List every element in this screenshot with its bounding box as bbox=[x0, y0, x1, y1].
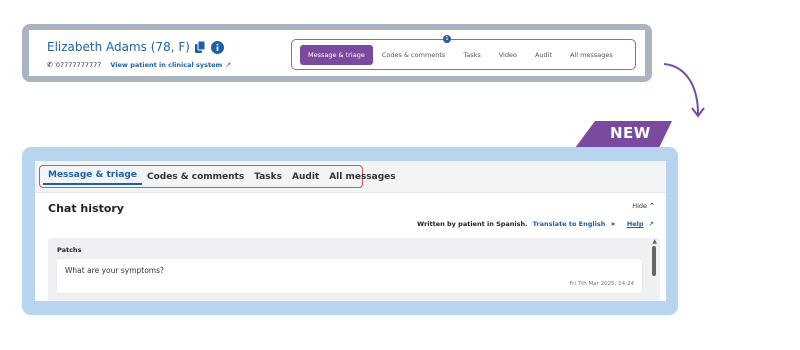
chat-area: Patchs What are your symptoms? Fri 7th M… bbox=[48, 238, 660, 301]
new-panel: Message & triage Codes & comments Tasks … bbox=[35, 161, 666, 301]
old-tab-audit[interactable]: Audit bbox=[526, 45, 561, 65]
tab-audit[interactable]: Audit bbox=[287, 168, 324, 186]
tab-message-triage[interactable]: Message & triage bbox=[43, 168, 142, 185]
external-link-icon: ↗ bbox=[225, 61, 232, 69]
tab-tasks[interactable]: Tasks bbox=[249, 168, 287, 186]
notification-badge: 1 bbox=[443, 35, 451, 43]
old-tab-tasks[interactable]: Tasks bbox=[454, 45, 489, 65]
chevron-up-icon: ⌃ bbox=[649, 202, 655, 210]
patient-name-row: Elizabeth Adams (78, F) bbox=[47, 40, 224, 54]
new-panel-frame: Message & triage Codes & comments Tasks … bbox=[22, 147, 678, 315]
old-header-frame: Elizabeth Adams (78, F) ✆ 07777777777 Vi… bbox=[22, 24, 652, 82]
old-tab-codes-comments[interactable]: Codes & comments bbox=[373, 45, 455, 65]
translation-row: Written by patient in Spanish. Translate… bbox=[417, 220, 654, 228]
translate-link[interactable]: Translate to English bbox=[533, 220, 606, 228]
old-tab-video[interactable]: Video bbox=[490, 45, 526, 65]
tab-all-messages[interactable]: All messages bbox=[324, 168, 400, 186]
patient-phone: 07777777777 bbox=[55, 61, 102, 69]
message-timestamp: Fri 7th Mar 2025, 14:24 bbox=[569, 281, 634, 287]
external-link-icon: ↗ bbox=[648, 220, 654, 228]
old-tab-message-triage[interactable]: Message & triage bbox=[300, 44, 373, 65]
chat-message: What are your symptoms? Fri 7th Mar 2025… bbox=[57, 259, 642, 293]
old-tab-all-messages[interactable]: All messages bbox=[561, 45, 622, 65]
scroll-up-icon[interactable]: ▲ bbox=[652, 238, 657, 245]
view-patient-link[interactable]: View patient in clinical system bbox=[110, 61, 222, 69]
patient-name: Elizabeth Adams (78, F) bbox=[47, 40, 190, 54]
send-icon: ➤ bbox=[610, 220, 616, 228]
hide-button-label: Hide bbox=[632, 202, 648, 210]
scrollbar[interactable] bbox=[652, 246, 656, 276]
info-icon[interactable] bbox=[210, 40, 224, 54]
tab-codes-comments[interactable]: Codes & comments bbox=[142, 168, 249, 186]
new-tab-bar-highlight: Message & triage Codes & comments Tasks … bbox=[39, 165, 396, 188]
patient-contact-row: ✆ 07777777777 View patient in clinical s… bbox=[47, 61, 231, 69]
new-badge-label: NEW bbox=[610, 124, 651, 142]
copy-icon[interactable] bbox=[194, 41, 206, 53]
hide-button[interactable]: Hide ⌃ bbox=[632, 202, 655, 210]
chat-history-title: Chat history bbox=[48, 202, 124, 215]
message-text: What are your symptoms? bbox=[65, 266, 164, 275]
help-link[interactable]: Help bbox=[627, 220, 644, 228]
written-by-label: Written by patient in Spanish. bbox=[417, 220, 528, 228]
curved-arrow-icon bbox=[663, 63, 705, 118]
old-tab-bar: 1 Message & triage Codes & comments Task… bbox=[291, 35, 636, 70]
new-tab-bar: Message & triage Codes & comments Tasks … bbox=[35, 161, 666, 193]
old-patient-header: Elizabeth Adams (78, F) ✆ 07777777777 Vi… bbox=[29, 30, 645, 76]
phone-icon: ✆ bbox=[47, 61, 53, 69]
message-sender: Patchs bbox=[57, 246, 82, 254]
